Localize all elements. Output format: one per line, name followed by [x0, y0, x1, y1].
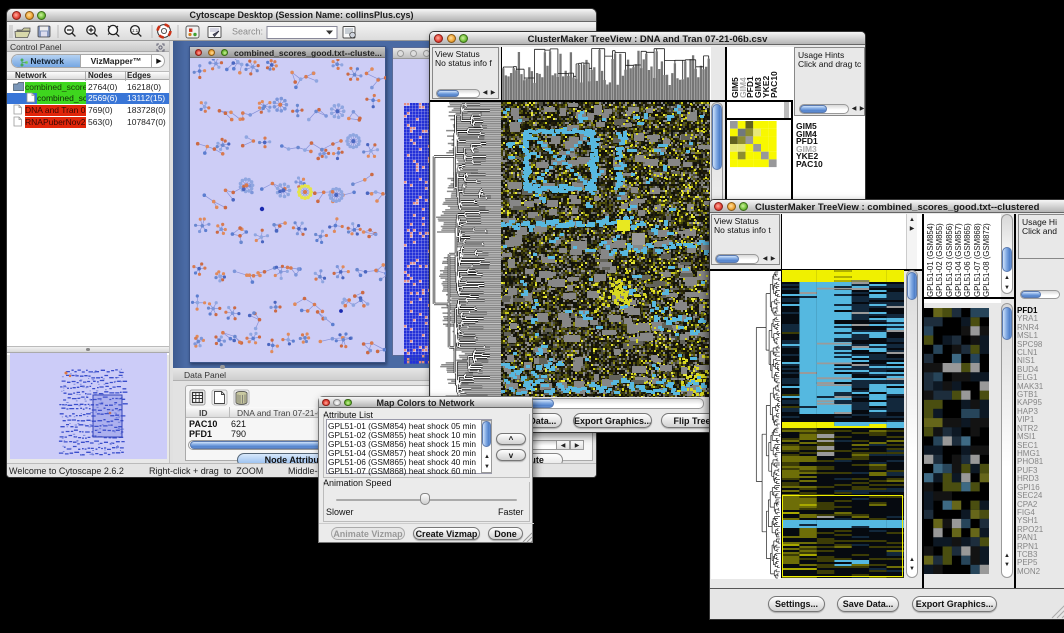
svg-text:Search:: Search:: [232, 27, 263, 37]
svg-text:1:1: 1:1: [132, 28, 139, 33]
